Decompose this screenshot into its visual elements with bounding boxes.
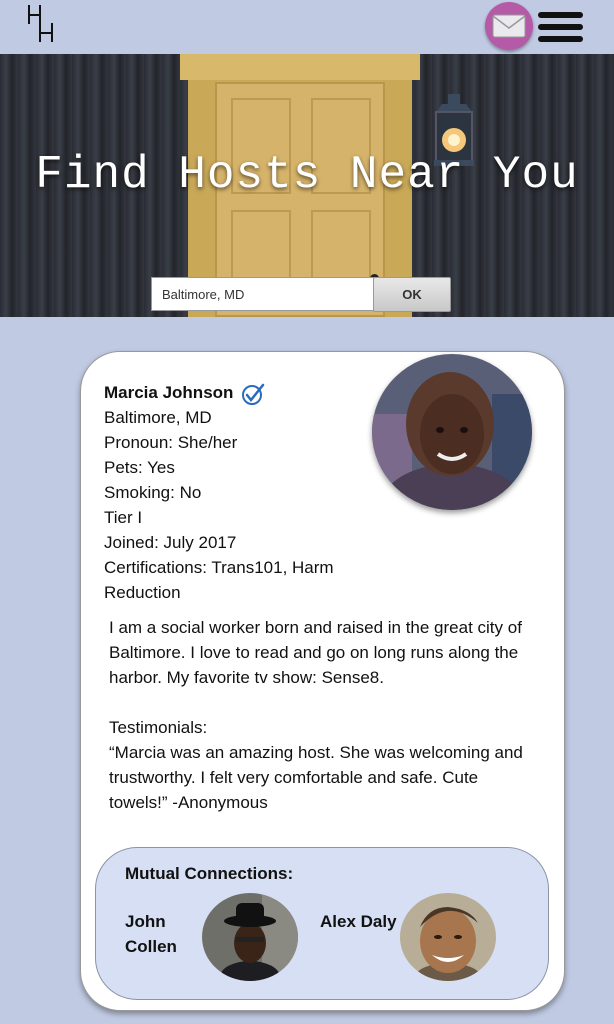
mutual-connections-title: Mutual Connections: — [125, 864, 294, 883]
messages-button[interactable] — [485, 2, 533, 50]
page-title: Find Hosts Near You — [35, 149, 579, 201]
host-certifications: Certifications: Trans101, Harm Reduction — [104, 558, 334, 602]
host-pronoun: Pronoun: She/her — [104, 433, 238, 452]
bio-text: I am a social worker born and raised in … — [109, 618, 522, 687]
testimonials-label: Testimonials: — [109, 718, 208, 737]
connection-name[interactable]: Alex Daly — [320, 909, 397, 934]
testimonial-text: “Marcia was an amazing host. She was wel… — [109, 743, 523, 812]
ok-button[interactable]: OK — [373, 277, 451, 312]
host-name: Marcia Johnson — [104, 383, 234, 402]
host-info: Marcia Johnson Baltimore, MD Pronoun: Sh… — [104, 380, 374, 605]
host-smoking: Smoking: No — [104, 483, 202, 502]
host-location: Baltimore, MD — [104, 408, 212, 427]
hamburger-menu-icon[interactable] — [538, 12, 583, 46]
host-avatar[interactable] — [372, 354, 532, 510]
location-search-input[interactable] — [151, 277, 375, 311]
host-bio: I am a social worker born and raised in … — [109, 615, 539, 815]
connection-avatar[interactable] — [400, 893, 496, 981]
envelope-icon — [492, 14, 526, 38]
top-bar — [0, 0, 614, 54]
hh-logo[interactable] — [26, 4, 58, 44]
host-tier: Tier I — [104, 508, 143, 527]
verified-check-icon — [242, 383, 265, 405]
host-joined: Joined: July 2017 — [104, 533, 237, 552]
host-pets: Pets: Yes — [104, 458, 175, 477]
hero-banner: Find Hosts Near You OK — [0, 54, 614, 317]
connection-avatar[interactable] — [202, 893, 298, 981]
connection-name[interactable]: John Collen — [125, 909, 177, 959]
